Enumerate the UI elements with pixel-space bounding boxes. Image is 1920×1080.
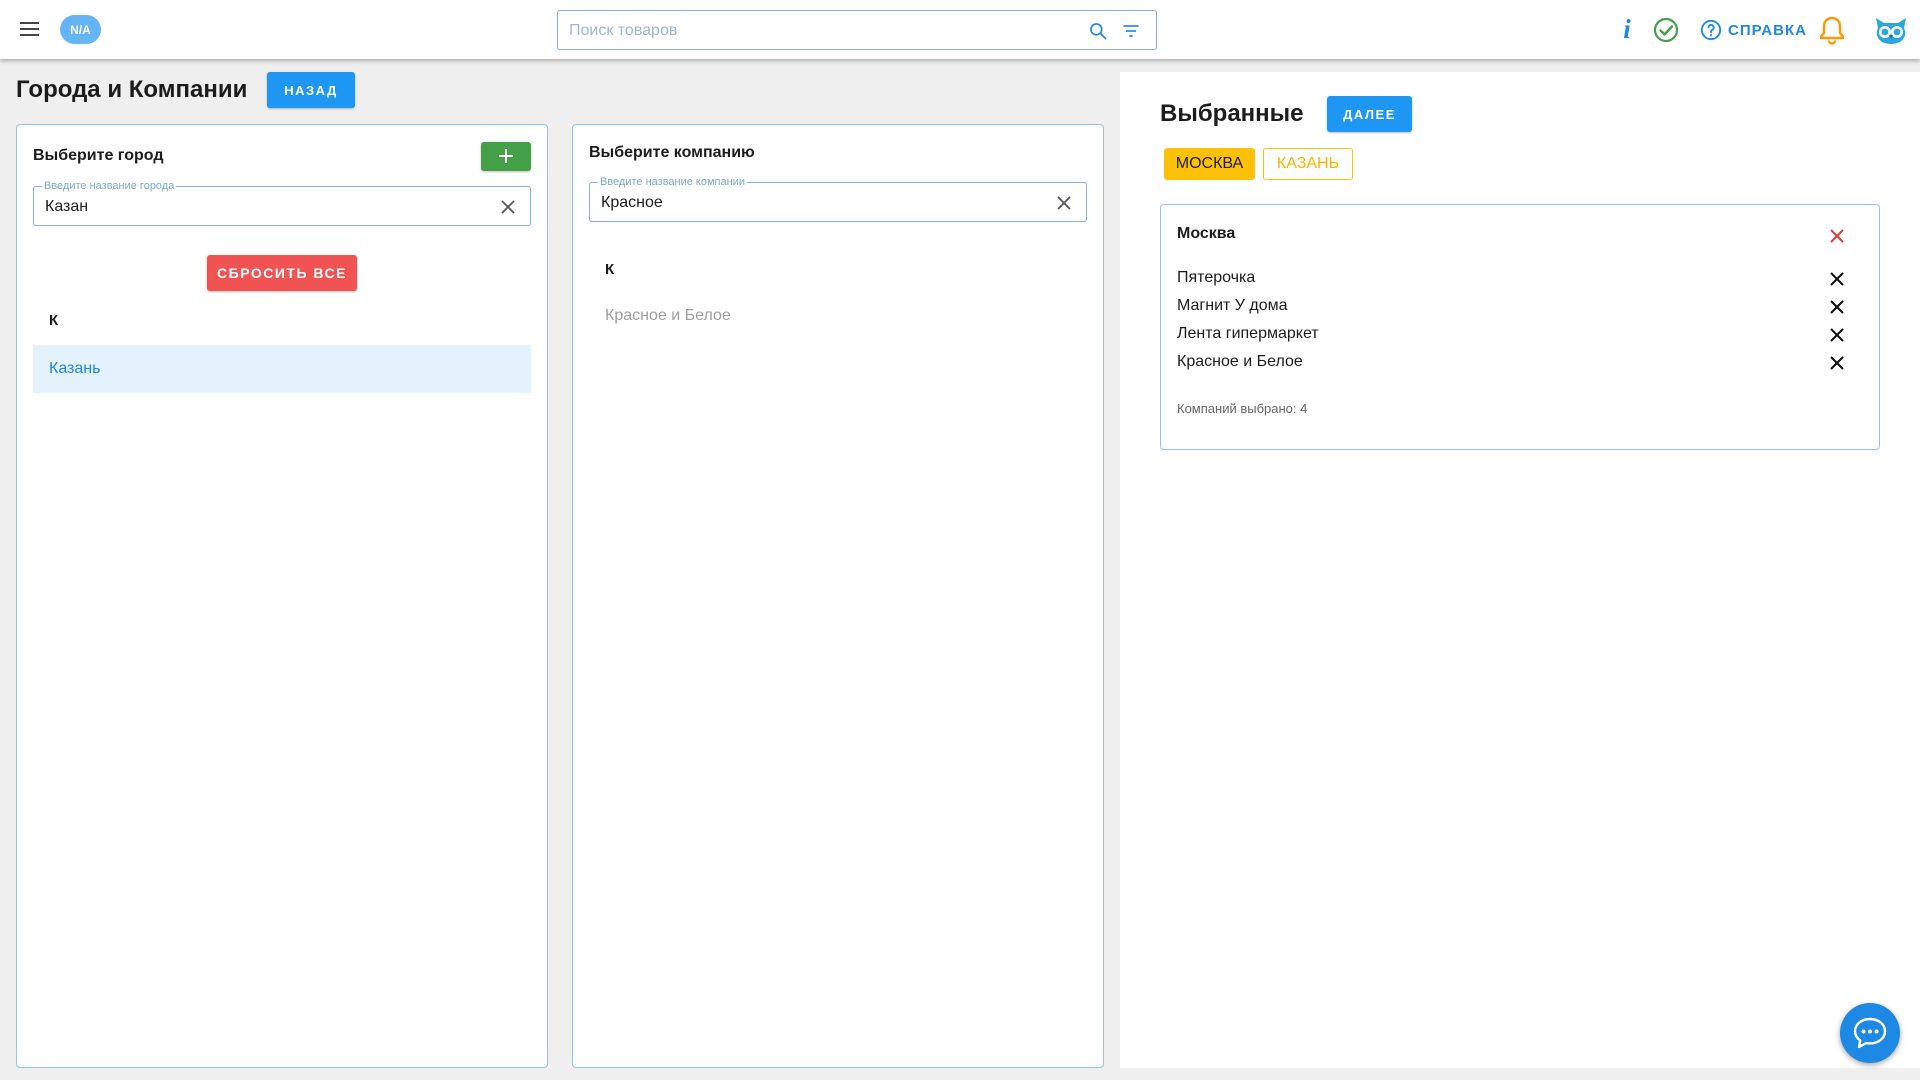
city-field-label: Введите название города: [42, 180, 177, 192]
remove-city-icon[interactable]: [1827, 226, 1847, 246]
filter-icon[interactable]: [1121, 21, 1141, 41]
check-circle-icon[interactable]: [1653, 17, 1679, 43]
product-search: [557, 10, 1157, 50]
company-search-field: Введите название компании: [589, 176, 1087, 222]
selected-company-name: Лента гипермаркет: [1177, 325, 1319, 342]
chat-bubble-icon: [1853, 1017, 1887, 1049]
selected-company-row: Магнит У дома: [1177, 293, 1857, 321]
company-search-input[interactable]: [601, 192, 1021, 214]
info-icon[interactable]: i: [1617, 13, 1637, 45]
company-group-letter: К: [605, 261, 615, 278]
selected-city-name: Москва: [1177, 225, 1236, 242]
selected-title: Выбранные: [1160, 100, 1304, 127]
remove-company-icon[interactable]: [1828, 354, 1846, 372]
selected-company-name: Магнит У дома: [1177, 297, 1288, 314]
bell-icon[interactable]: [1818, 15, 1846, 45]
city-panel: Выберите город Введите название города С…: [16, 124, 548, 1068]
city-search-input[interactable]: [45, 196, 465, 218]
search-input[interactable]: [569, 19, 1069, 43]
chat-button[interactable]: [1840, 1003, 1900, 1063]
add-city-button[interactable]: [481, 142, 531, 171]
search-icon[interactable]: [1088, 21, 1108, 41]
company-list-item[interactable]: Красное и Белое: [605, 307, 731, 325]
city-chip-moscow[interactable]: МОСКВА: [1164, 148, 1255, 180]
city-group-letter: К: [49, 312, 59, 329]
user-badge[interactable]: N/A: [60, 15, 101, 44]
help-circle-icon: [1700, 19, 1722, 41]
selected-company-name: Красное и Белое: [1177, 353, 1303, 370]
company-field-label: Введите название компании: [598, 176, 747, 188]
clear-city-icon[interactable]: [498, 197, 518, 217]
reset-all-button[interactable]: СБРОСИТЬ ВСЕ: [207, 255, 357, 291]
city-chip-kazan[interactable]: КАЗАНЬ: [1263, 148, 1353, 180]
remove-company-icon[interactable]: [1828, 326, 1846, 344]
help-label: СПРАВКА: [1728, 21, 1807, 39]
companies-count: Компаний выбрано: 4: [1177, 401, 1308, 416]
top-bar: N/A i СПРАВКА: [0, 0, 1920, 59]
selected-company-name: Пятерочка: [1177, 269, 1256, 286]
city-search-field: Введите название города: [33, 180, 531, 226]
page-title: Города и Компании: [16, 76, 248, 103]
selected-city-card: Москва Пятерочка Магнит У дома Лента гип…: [1160, 204, 1880, 450]
next-button[interactable]: ДАЛЕЕ: [1327, 96, 1412, 132]
selected-company-row: Лента гипермаркет: [1177, 321, 1857, 349]
selected-panel: Выбранные ДАЛЕЕ МОСКВА КАЗАНЬ Москва Пят…: [1120, 72, 1920, 1068]
remove-company-icon[interactable]: [1828, 270, 1846, 288]
clear-company-icon[interactable]: [1054, 193, 1074, 213]
help-link[interactable]: СПРАВКА: [1700, 18, 1807, 42]
company-panel: Выберите компанию Введите название компа…: [572, 124, 1104, 1068]
back-button[interactable]: НАЗАД: [267, 72, 355, 108]
city-list-item[interactable]: Казань: [33, 345, 531, 393]
menu-icon[interactable]: [20, 20, 40, 38]
selected-company-row: Пятерочка: [1177, 265, 1857, 293]
selected-company-row: Красное и Белое: [1177, 349, 1857, 377]
owl-logo[interactable]: [1874, 14, 1908, 46]
company-panel-title: Выберите компанию: [589, 144, 755, 161]
city-panel-title: Выберите город: [33, 147, 164, 164]
remove-company-icon[interactable]: [1828, 298, 1846, 316]
